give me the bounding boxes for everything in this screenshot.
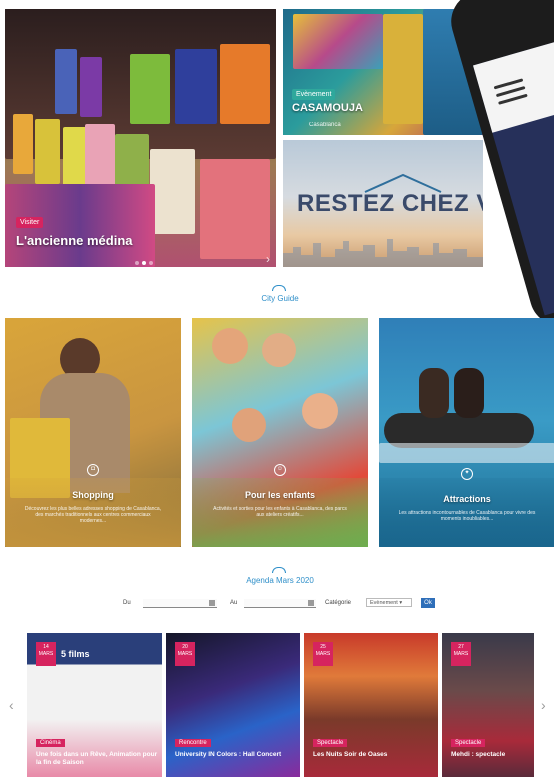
- hero-slide-medina[interactable]: Visiter L'ancienne médina ›: [5, 9, 276, 267]
- event-card[interactable]: 25 MARS Spectacle Les Nuits Soir de Oases: [304, 633, 438, 777]
- card-title: Shopping: [72, 490, 114, 500]
- chevron-right-icon[interactable]: ›: [266, 252, 270, 266]
- event-month: MARS: [315, 651, 331, 657]
- card-description: Activités et sorties pour les enfants à …: [213, 506, 347, 518]
- hero-tag: Visiter: [16, 217, 44, 228]
- event-date-badge: 14 MARS: [36, 642, 56, 666]
- page: Visiter L'ancienne médina › Evènement CA…: [0, 0, 554, 777]
- card-title: Attractions: [443, 494, 491, 504]
- calendar-icon[interactable]: [308, 600, 314, 606]
- skyline-graphic: [283, 239, 483, 267]
- guide-card-shopping[interactable]: ◘ Shopping Découvrez les plus belles adr…: [5, 318, 181, 547]
- hero-title: CASAMOUJA: [292, 102, 363, 114]
- hero-tag: Evènement: [292, 89, 336, 100]
- category-select[interactable]: Evènement ▾: [366, 598, 412, 607]
- event-title: Mehdi : spectacle: [451, 751, 506, 758]
- event-card[interactable]: 20 MARS Rencontre University IN Colors : …: [166, 633, 300, 777]
- kids-icon: ☺: [274, 464, 286, 476]
- guide-card-kids[interactable]: ☺ Pour les enfants Activités et sorties …: [192, 318, 368, 547]
- agenda-title: Agenda Mars 2020: [246, 576, 314, 585]
- filter-category-label: Catégorie: [325, 600, 352, 606]
- event-card[interactable]: 27 MARS Spectacle Mehdi : spectacle: [442, 633, 534, 777]
- card-description: Découvrez les plus belles adresses shopp…: [24, 506, 162, 524]
- event-tag: Spectacle: [313, 739, 348, 747]
- hero-card-restez-chez-vous[interactable]: RESTEZ CHEZ VO: [283, 140, 483, 267]
- guide-card-attractions[interactable]: ✦ Attractions Les attractions incontourn…: [379, 318, 554, 547]
- banner-text: RESTEZ CHEZ VO: [297, 190, 483, 217]
- attraction-icon: ✦: [461, 468, 473, 480]
- chevron-left-icon[interactable]: ‹: [9, 697, 14, 713]
- event-day: 25: [320, 644, 326, 650]
- shopping-bag-icon: ◘: [87, 464, 99, 476]
- chevron-right-icon[interactable]: ›: [541, 697, 546, 713]
- date-from-input[interactable]: [143, 599, 217, 608]
- filter-du-label: Du: [123, 600, 131, 606]
- card-description: Les attractions incontournables de Casab…: [398, 510, 536, 522]
- event-day: 20: [182, 644, 188, 650]
- ok-button[interactable]: Ok: [421, 598, 435, 608]
- event-tag: Rencontre: [175, 739, 211, 747]
- event-month: MARS: [453, 651, 469, 657]
- event-card[interactable]: 5 films 14 MARS Cinéma Une fois dans un R…: [27, 633, 162, 777]
- event-header: 5 films: [61, 649, 90, 659]
- title-arc-icon: [272, 567, 286, 573]
- title-arc-icon: [272, 285, 286, 291]
- event-tag: Spectacle: [451, 739, 486, 747]
- event-date-badge: 20 MARS: [175, 642, 195, 666]
- hero-title: L'ancienne médina: [16, 233, 133, 248]
- date-to-input[interactable]: [244, 599, 316, 608]
- event-date-badge: 25 MARS: [313, 642, 333, 666]
- event-month: MARS: [38, 651, 54, 657]
- event-tag: Cinéma: [36, 739, 65, 747]
- event-day: 27: [458, 644, 464, 650]
- event-title: University IN Colors : Hall Concert: [175, 751, 282, 758]
- filter-au-label: Au: [230, 600, 238, 606]
- city-guide-title: City Guide: [261, 294, 299, 303]
- slider-dots[interactable]: [135, 261, 153, 265]
- event-date-badge: 27 MARS: [451, 642, 471, 666]
- event-title: Les Nuits Soir de Oases: [313, 751, 388, 758]
- event-title: Une fois dans un Rêve, Animation pour la…: [36, 751, 158, 766]
- hero-subtitle: Casablanca: [309, 122, 341, 128]
- calendar-icon[interactable]: [209, 600, 215, 606]
- event-day: 14: [43, 644, 49, 650]
- event-month: MARS: [177, 651, 193, 657]
- category-select-value: Evènement: [370, 600, 398, 606]
- card-title: Pour les enfants: [244, 490, 316, 500]
